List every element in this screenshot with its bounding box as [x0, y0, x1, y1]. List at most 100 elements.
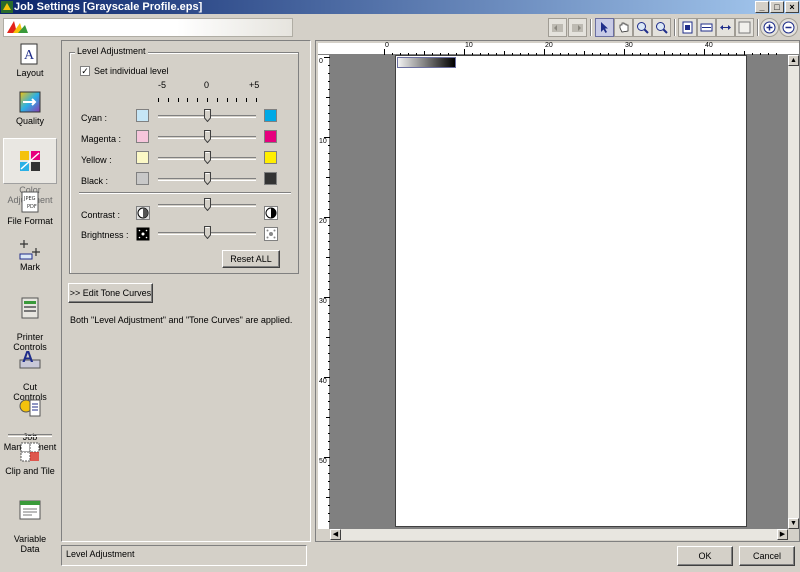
scale-tick: [246, 98, 248, 102]
sidebar-item-file-format[interactable]: JPEG PDF File Format: [3, 190, 57, 232]
zoom-in-tool-button[interactable]: [633, 18, 652, 37]
vertical-ruler: 0 10 20 30 40 50: [318, 55, 330, 529]
select-tool-button[interactable]: [595, 18, 614, 37]
scale-tick: [226, 98, 228, 102]
scale-tick: [197, 98, 199, 102]
close-button[interactable]: ×: [785, 1, 799, 13]
scale-tick: [216, 98, 218, 102]
scale-tick: [207, 98, 208, 102]
scale-tick: [187, 98, 189, 102]
black-dark-swatch: [264, 172, 277, 185]
undo-button[interactable]: [548, 18, 567, 37]
zoom-out-tool-button[interactable]: [652, 18, 671, 37]
cancel-button[interactable]: Cancel: [739, 546, 795, 566]
scroll-up-arrow[interactable]: ▲: [788, 55, 799, 66]
minimize-button[interactable]: _: [755, 1, 769, 13]
edit-tone-curves-button[interactable]: >> Edit Tone Curves: [68, 283, 153, 303]
window-title: Job Settings [Grayscale Profile.eps]: [14, 1, 203, 13]
zoom-plus-button[interactable]: [760, 18, 779, 37]
svg-text:A: A: [22, 349, 34, 366]
minus-circle-icon: [782, 21, 795, 34]
vertical-scrollbar[interactable]: ▲ ▼: [788, 55, 799, 529]
fit-fill-button[interactable]: [716, 18, 735, 37]
preview-area: 0 10 20 30 40 0 10 20 30 40 50 ▲ ▼ ◀ ▶: [315, 40, 800, 542]
scale-tick: [236, 98, 238, 102]
sidebar-item-mark[interactable]: Mark: [3, 236, 57, 280]
magenta-slider-thumb[interactable]: [204, 130, 211, 144]
ruler-label: 30: [319, 298, 327, 305]
grayscale-gradient-image[interactable]: [397, 57, 456, 68]
sidebar-item-label: File Format: [7, 216, 53, 226]
brightness-high-icon: [264, 227, 278, 241]
ruler-label: 20: [319, 218, 327, 225]
printer-controls-icon: [21, 297, 39, 319]
toolbar-separator: [757, 19, 759, 36]
set-individual-level-checkbox[interactable]: ✓: [80, 66, 90, 76]
brightness-slider-thumb[interactable]: [204, 226, 211, 240]
yellow-dark-swatch: [264, 151, 277, 164]
sidebar-item-color-adjustment[interactable]: Color Adjustment: [3, 138, 57, 205]
ruler-label: 30: [625, 42, 633, 49]
maximize-button[interactable]: □: [770, 1, 784, 13]
scroll-left-arrow[interactable]: ◀: [330, 529, 341, 540]
mark-icon: [19, 240, 40, 260]
magenta-label: Magenta :: [81, 134, 122, 144]
contrast-slider-thumb[interactable]: [204, 198, 211, 212]
scale-ticks: [158, 98, 257, 104]
status-box: Level Adjustment: [61, 545, 307, 566]
hand-tool-button[interactable]: [614, 18, 633, 37]
hand-icon: [619, 22, 629, 33]
actual-size-button[interactable]: [735, 18, 754, 37]
reset-all-button[interactable]: Reset ALL: [222, 250, 280, 268]
ruler-label: 20: [545, 42, 553, 49]
slider-thumb-icon: [204, 109, 211, 123]
ruler-label: 10: [319, 138, 327, 145]
sidebar-item-variable-data[interactable]: Variable Data: [3, 488, 57, 554]
slider-thumb-icon: [204, 226, 211, 240]
yellow-light-swatch: [136, 151, 149, 164]
contrast-high-icon: [264, 206, 278, 220]
yellow-slider-thumb[interactable]: [204, 151, 211, 165]
sidebar-item-printer-controls[interactable]: Printer Controls: [3, 286, 57, 352]
sidebar-item-job-management[interactable]: Job Management: [3, 386, 57, 452]
horizontal-scrollbar[interactable]: ◀ ▶: [330, 529, 788, 540]
magnifier-plus-icon: [637, 22, 649, 34]
brand-strip: [3, 18, 293, 37]
sidebar-item-layout[interactable]: A Layout: [3, 42, 57, 86]
curves-applied-note: Both "Level Adjustment" and "Tone Curves…: [70, 315, 293, 325]
ruler-label: 0: [385, 42, 389, 49]
clip-and-tile-icon: [20, 442, 40, 462]
black-light-swatch: [136, 172, 149, 185]
ruler-label: 50: [319, 458, 327, 465]
horizontal-ruler: 0 10 20 30 40: [318, 42, 799, 55]
sidebar-item-cut-controls[interactable]: A Cut Controls: [3, 336, 57, 402]
color-adjustment-icon: [20, 151, 40, 171]
redo-button[interactable]: [568, 18, 587, 37]
svg-text:A: A: [24, 48, 35, 63]
preview-canvas[interactable]: [330, 55, 788, 529]
ruler-label: 40: [319, 378, 327, 385]
fit-width-button[interactable]: [697, 18, 716, 37]
yellow-label: Yellow :: [81, 155, 112, 165]
preview-page: [395, 55, 747, 527]
zoom-minus-button[interactable]: [779, 18, 798, 37]
sidebar-item-quality[interactable]: Quality: [3, 90, 57, 134]
cut-controls-icon: A: [19, 349, 41, 369]
sidebar-item-clip-and-tile[interactable]: Clip and Tile: [3, 440, 57, 484]
ok-button[interactable]: OK: [677, 546, 733, 566]
sidebar-item-label: Layout: [16, 68, 44, 78]
brand-logo-icon: [7, 21, 28, 33]
svg-text:PDF: PDF: [27, 204, 37, 210]
black-label: Black :: [81, 176, 109, 186]
job-management-icon: [19, 399, 41, 417]
scroll-down-arrow[interactable]: ▼: [788, 518, 799, 529]
sidebar-item-label: Mark: [20, 262, 40, 272]
cyan-slider-thumb[interactable]: [204, 109, 211, 123]
black-slider-thumb[interactable]: [204, 172, 211, 186]
scroll-right-arrow[interactable]: ▶: [777, 529, 788, 540]
brightness-low-icon: [136, 227, 150, 241]
ruler-label: 0: [319, 58, 323, 65]
scale-tick: [167, 98, 169, 102]
fit-page-button[interactable]: [678, 18, 697, 37]
redo-icon: [572, 24, 583, 32]
